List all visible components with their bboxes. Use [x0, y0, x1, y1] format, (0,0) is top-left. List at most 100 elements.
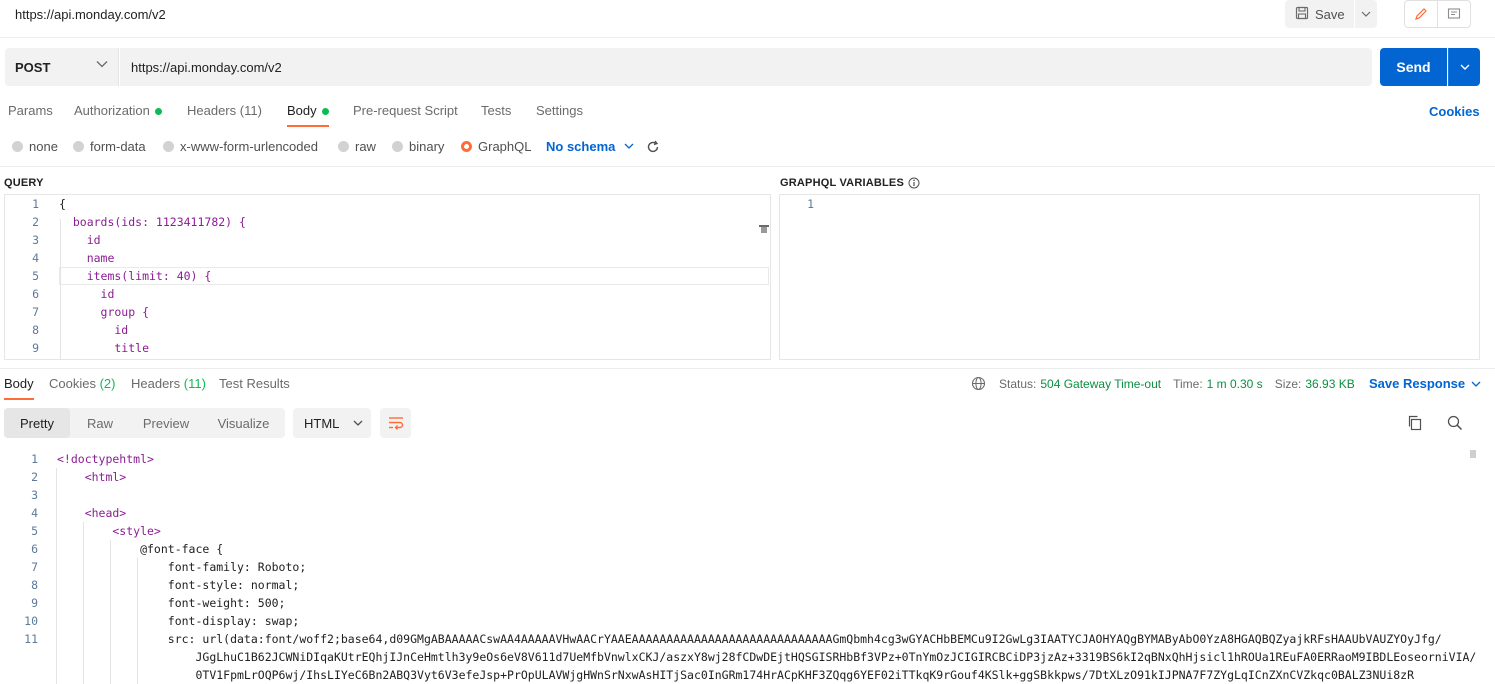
line-number: 7 [31, 560, 38, 574]
code-line: 5 <style> [0, 522, 1480, 540]
code-line: 0TV1FpmLrOQP6wj/IhsLIYeC6Bn2ABQ3Vyt6V3ef… [0, 666, 1480, 684]
response-tab-body[interactable]: Body [4, 376, 34, 400]
mode-label: none [29, 139, 58, 154]
code-text: font-display: swap; [57, 614, 300, 628]
code-line: JGgLhuC1B62JCWNiDIqaKUtrEQhjIJnCeHmtlh3y… [0, 648, 1480, 666]
side-panel-toggle [1404, 0, 1471, 28]
code-line: 11 src: url(data:font/woff2;base64,d09GM… [0, 630, 1480, 648]
line-number: 4 [32, 251, 39, 265]
search-icon[interactable] [1447, 415, 1463, 431]
chevron-down-icon [1361, 11, 1371, 17]
cookies-link[interactable]: Cookies [1429, 104, 1480, 119]
chevron-down-icon[interactable] [624, 143, 634, 149]
code-line: 7 font-family: Roboto; [0, 558, 1480, 576]
code-text: group { [59, 305, 150, 319]
body-mode-none[interactable]: none [12, 139, 58, 154]
time-value: 1 m 0.30 s [1206, 377, 1263, 391]
view-pretty[interactable]: Pretty [4, 408, 70, 438]
code-line: 9 font-weight: 500; [0, 594, 1480, 612]
query-editor[interactable]: 1{2 boards(ids: 1123411782) {3 id 4 name 5… [4, 194, 771, 360]
code-text: font-style: normal; [57, 578, 300, 592]
body-mode-graphql[interactable]: GraphQL [461, 139, 531, 154]
response-tab-headers[interactable]: Headers (11) [131, 376, 206, 400]
save-button[interactable]: Save [1285, 0, 1354, 28]
tab-tests[interactable]: Tests [481, 103, 511, 127]
line-number: 10 [24, 614, 38, 628]
mode-label: GraphQL [478, 139, 532, 154]
variables-label: GRAPHQL VARIABLES [780, 177, 920, 189]
code-line: 2 <html> [0, 468, 1480, 486]
line-number: 1 [32, 197, 39, 211]
body-mode-binary[interactable]: binary [392, 139, 444, 154]
line-number: 11 [24, 632, 38, 646]
tab-body[interactable]: Body [287, 103, 329, 127]
response-body-editor[interactable]: 1 <!doctypehtml> 2 <html> 3 4 <head> 5 <style… [0, 450, 1480, 684]
body-mode-form-data[interactable]: form-data [73, 139, 146, 154]
tab-authorization[interactable]: Authorization [74, 103, 162, 127]
info-icon[interactable] [908, 177, 920, 189]
code-line: 1 [780, 195, 1479, 213]
chevron-down-icon [1471, 381, 1481, 387]
tab-label: Authorization [74, 103, 150, 118]
line-number: 8 [31, 578, 38, 592]
view-visualize[interactable]: Visualize [202, 408, 285, 438]
status-dot [154, 108, 162, 116]
radio-button[interactable] [392, 141, 403, 152]
copy-icon[interactable] [1407, 415, 1423, 431]
save-options-button[interactable] [1355, 0, 1377, 28]
code-text: { [59, 197, 66, 211]
line-number: 6 [32, 287, 39, 301]
divider [0, 166, 1495, 167]
status-value: 504 Gateway Time-out [1040, 377, 1162, 391]
view-preview[interactable]: Preview [130, 408, 202, 438]
code-line: 8 font-style: normal; [0, 576, 1480, 594]
tab-params[interactable]: Params [8, 103, 53, 127]
comments-button[interactable] [1438, 1, 1471, 27]
radio-button[interactable] [338, 141, 349, 152]
tab-headers[interactable]: Headers (11) [187, 103, 262, 127]
code-line: 6 id [5, 285, 770, 303]
schema-select[interactable]: No schema [546, 139, 615, 154]
method-value: POST [15, 59, 51, 75]
code-line: 9 title [5, 339, 770, 357]
wrap-lines-icon [388, 417, 403, 430]
request-title[interactable]: https://api.monday.com/v2 [15, 7, 166, 22]
refresh-icon[interactable] [646, 140, 660, 154]
response-tab-cookies[interactable]: Cookies (2) [49, 376, 115, 400]
edit-mode-button[interactable] [1405, 1, 1438, 27]
code-line: 8 id [5, 321, 770, 339]
send-button[interactable]: Send [1380, 48, 1447, 86]
code-text: <style> [57, 524, 161, 538]
body-mode-raw[interactable]: raw [338, 139, 376, 154]
radio-button[interactable] [73, 141, 84, 152]
send-options-button[interactable] [1448, 48, 1480, 86]
tab-settings[interactable]: Settings [536, 103, 583, 127]
save-icon [1295, 6, 1309, 23]
save-label: Save [1315, 6, 1345, 22]
url-input[interactable]: https://api.monday.com/v2 [120, 48, 1372, 86]
top-bar [0, 0, 1495, 38]
radio-button[interactable] [163, 141, 174, 152]
view-raw[interactable]: Raw [70, 408, 130, 438]
comment-icon [1447, 8, 1460, 19]
wrap-lines-button[interactable] [380, 408, 411, 438]
chevron-down-icon [1460, 64, 1469, 70]
code-text: <!doctypehtml> [57, 452, 154, 466]
tab-pre-request-script[interactable]: Pre-request Script [353, 103, 458, 127]
save-response-button[interactable]: Save Response [1369, 376, 1481, 391]
line-number: 9 [32, 341, 39, 355]
line-number: 1 [807, 197, 814, 211]
code-line: 4 name [5, 249, 770, 267]
response-tab-test-results[interactable]: Test Results [219, 376, 290, 400]
variables-editor[interactable]: 1 [779, 194, 1480, 360]
pencil-icon [1414, 8, 1427, 20]
scrollbar[interactable] [1470, 450, 1476, 458]
globe-icon[interactable] [971, 376, 987, 392]
radio-button[interactable] [12, 141, 23, 152]
format-select[interactable]: HTML [293, 408, 371, 438]
code-text: id [59, 233, 101, 247]
body-mode-urlencoded[interactable]: x-www-form-urlencoded [163, 139, 318, 154]
radio-button-selected[interactable] [461, 141, 472, 152]
response-view-selector: Pretty Raw Preview Visualize [4, 408, 285, 438]
code-line: 3 [0, 486, 1480, 504]
